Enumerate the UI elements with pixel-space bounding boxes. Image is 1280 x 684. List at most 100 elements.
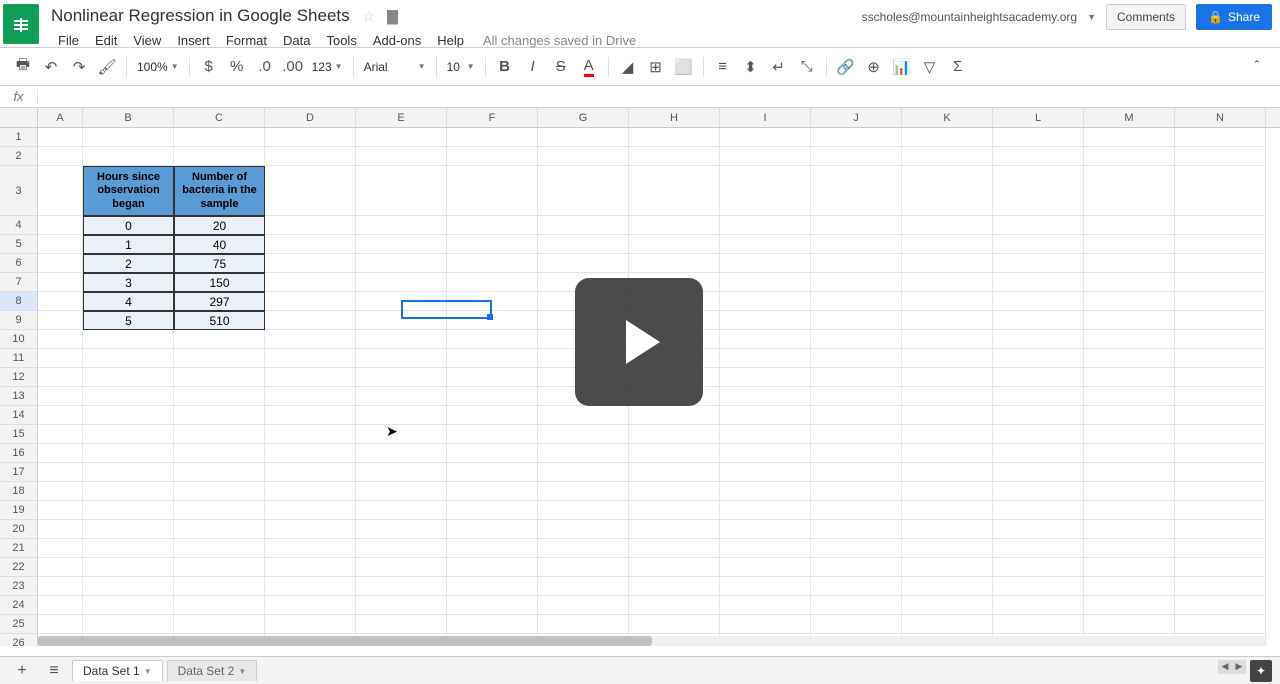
filter-icon[interactable]: ▽ [917,54,943,80]
cell[interactable] [356,235,447,254]
cell[interactable] [38,482,83,501]
v-align-icon[interactable]: ⬍ [738,54,764,80]
menu-insert[interactable]: Insert [170,30,217,51]
cell[interactable] [174,425,265,444]
cell[interactable] [265,539,356,558]
cell[interactable] [356,539,447,558]
cell[interactable] [538,166,629,216]
cell[interactable] [265,368,356,387]
cell[interactable] [174,368,265,387]
collapse-toolbar-icon[interactable]: ˆ [1244,54,1270,80]
row-header[interactable]: 15 [0,425,38,444]
cell[interactable] [38,387,83,406]
cell[interactable] [356,273,447,292]
share-button[interactable]: 🔒 Share [1196,4,1272,30]
cell[interactable] [1084,444,1175,463]
cell[interactable] [993,425,1084,444]
cell[interactable] [38,596,83,615]
cell[interactable] [83,147,174,166]
cell[interactable] [356,406,447,425]
cell[interactable] [993,330,1084,349]
cell[interactable]: 20 [174,216,265,235]
cell[interactable] [447,166,538,216]
cell[interactable] [1084,406,1175,425]
cell[interactable] [265,577,356,596]
col-header[interactable]: C [174,108,265,127]
cell[interactable] [902,615,993,634]
cell[interactable] [1175,425,1266,444]
cell[interactable] [174,539,265,558]
folder-icon[interactable]: ▇ [387,8,398,24]
cell[interactable] [538,482,629,501]
col-header[interactable]: I [720,108,811,127]
cell[interactable] [447,615,538,634]
cell[interactable] [1175,596,1266,615]
cell[interactable] [38,292,83,311]
explore-button[interactable]: ✦ [1250,660,1272,682]
functions-icon[interactable]: Σ [945,54,971,80]
cell[interactable] [447,311,538,330]
cell[interactable]: Hours since observation began [83,166,174,216]
cell[interactable] [811,482,902,501]
cell[interactable] [811,463,902,482]
currency-icon[interactable]: $ [196,54,222,80]
decrease-decimal-icon[interactable]: .0 [252,54,278,80]
cell[interactable] [265,128,356,147]
cell[interactable] [38,501,83,520]
paint-format-icon[interactable]: 🖌 [94,54,120,80]
text-wrap-icon[interactable]: ↵ [766,54,792,80]
cell[interactable] [538,539,629,558]
cell[interactable] [811,128,902,147]
cell[interactable] [902,368,993,387]
cell[interactable] [811,330,902,349]
cell[interactable]: 75 [174,254,265,273]
cell[interactable]: 150 [174,273,265,292]
cell[interactable] [1175,166,1266,216]
cell[interactable] [38,558,83,577]
cell[interactable] [447,128,538,147]
cell[interactable]: 0 [83,216,174,235]
text-rotation-icon[interactable]: ⤡ [794,54,820,80]
formula-input[interactable] [38,86,1280,107]
cell[interactable] [720,368,811,387]
cell[interactable] [174,387,265,406]
cell[interactable] [720,558,811,577]
cell[interactable] [1175,558,1266,577]
account-dropdown-icon[interactable]: ▼ [1087,12,1096,22]
cell[interactable] [1175,128,1266,147]
cell[interactable] [174,147,265,166]
cell[interactable]: 1 [83,235,174,254]
cell[interactable] [538,254,629,273]
row-header[interactable]: 21 [0,539,38,558]
cell[interactable] [902,577,993,596]
col-header[interactable]: N [1175,108,1266,127]
cell[interactable] [265,406,356,425]
cell[interactable] [720,406,811,425]
cell[interactable]: 3 [83,273,174,292]
cell[interactable] [38,216,83,235]
cell[interactable] [811,368,902,387]
cell[interactable] [447,425,538,444]
cell[interactable] [993,311,1084,330]
cell[interactable] [447,216,538,235]
cell[interactable] [538,463,629,482]
percent-icon[interactable]: % [224,54,250,80]
cell[interactable] [265,444,356,463]
scrollbar-thumb[interactable] [38,636,652,646]
cell[interactable] [38,235,83,254]
cell[interactable] [811,406,902,425]
cell[interactable] [993,615,1084,634]
cell[interactable] [83,482,174,501]
cell[interactable] [811,254,902,273]
row-header[interactable]: 16 [0,444,38,463]
cell[interactable] [1084,387,1175,406]
cell[interactable] [356,615,447,634]
row-header[interactable]: 18 [0,482,38,501]
comment-icon[interactable]: ⊕ [861,54,887,80]
cell[interactable] [38,615,83,634]
cell[interactable] [447,254,538,273]
cell[interactable] [538,216,629,235]
merge-cells-icon[interactable]: ⬜ [671,54,697,80]
cell[interactable] [83,128,174,147]
cell[interactable] [629,482,720,501]
